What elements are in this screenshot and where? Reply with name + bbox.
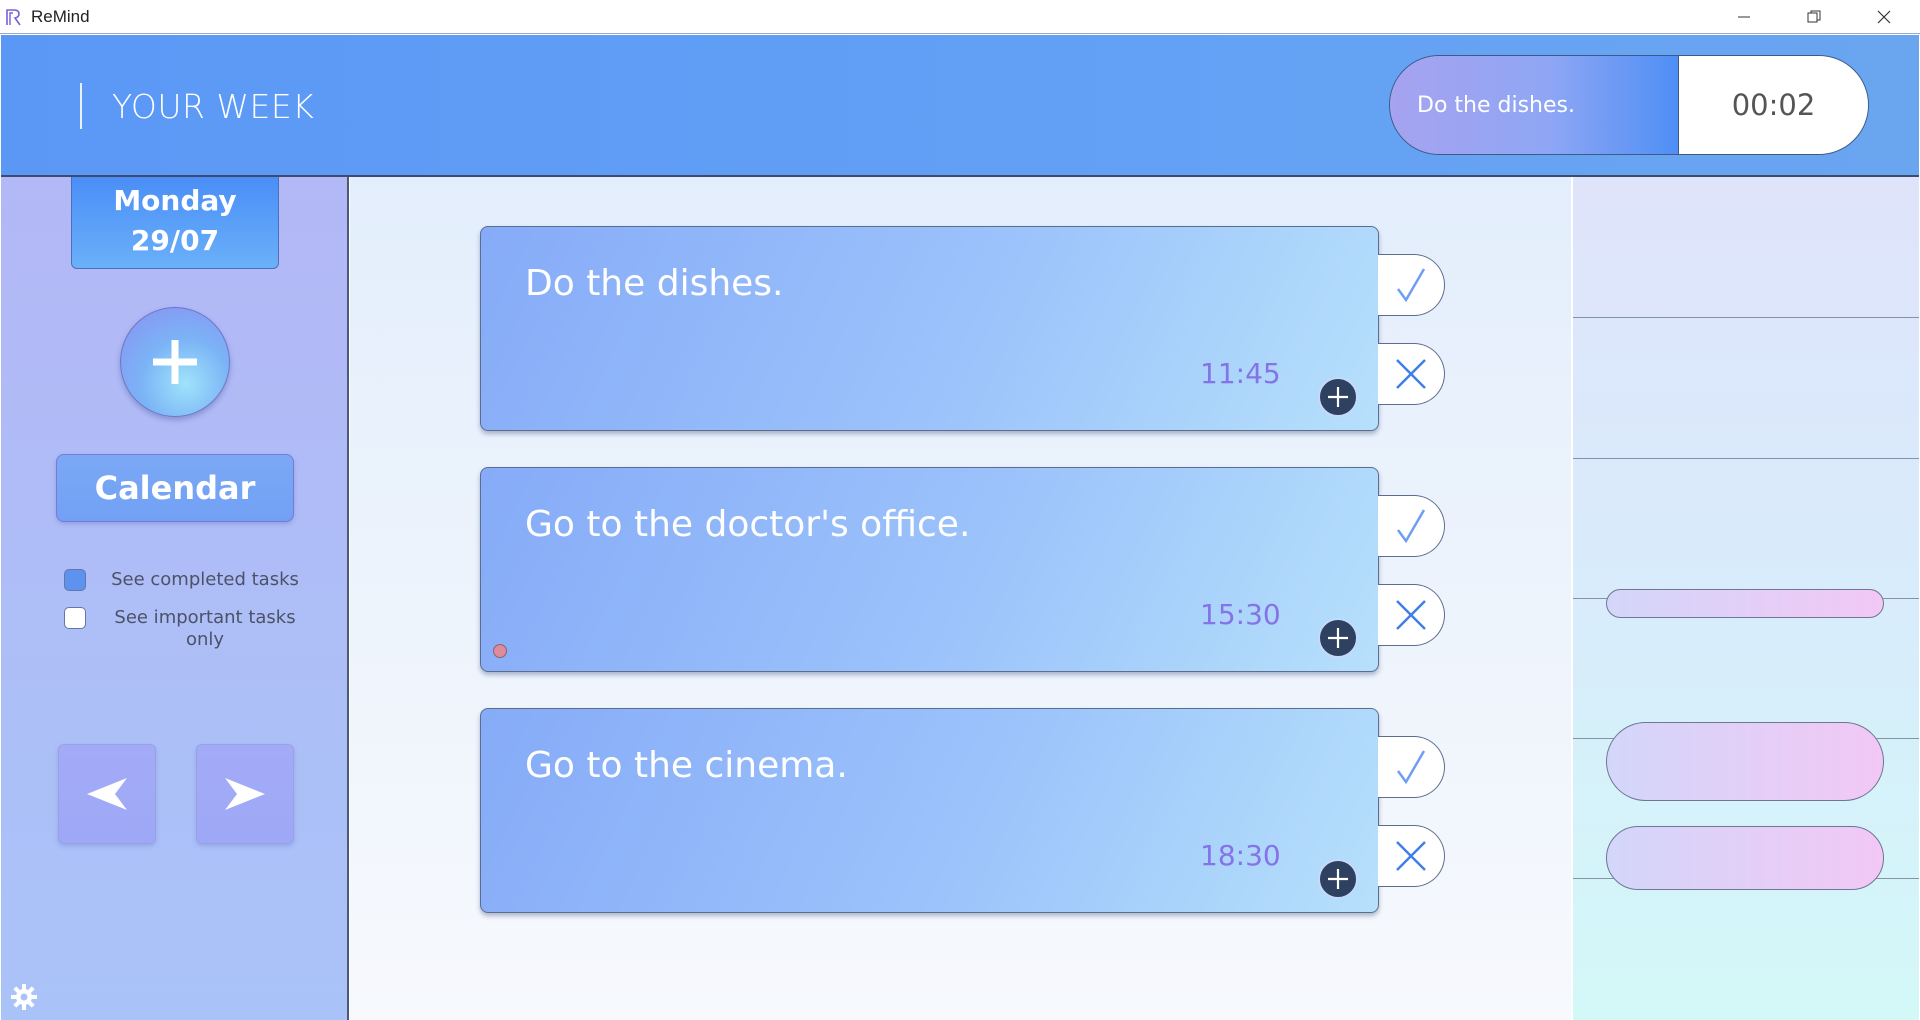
close-icon: [1877, 10, 1891, 24]
day-date: 29/07: [130, 224, 220, 257]
task-card[interactable]: Go to the cinema. 18:30: [480, 708, 1379, 913]
page-title: YOUR WEEK: [112, 87, 315, 126]
plus-circle-icon: [1328, 628, 1348, 648]
delete-task-button[interactable]: [1378, 584, 1445, 646]
delete-task-button[interactable]: [1378, 825, 1445, 887]
filter-completed[interactable]: See completed tasks: [64, 569, 300, 591]
timeline-task-block[interactable]: [1606, 722, 1884, 801]
app-title: ReMind: [31, 7, 90, 26]
sidebar: Monday 29/07 Calendar See completed task…: [1, 177, 349, 1020]
task-time: 18:30: [1200, 839, 1281, 872]
timeline-task-block[interactable]: [1606, 589, 1884, 618]
cross-icon: [1396, 600, 1426, 630]
check-icon: [1396, 750, 1426, 785]
minimize-button[interactable]: [1710, 0, 1778, 34]
completed-label: See completed tasks: [111, 569, 299, 590]
task-time: 15:30: [1200, 598, 1281, 631]
current-task-timer[interactable]: Do the dishes. 00:02: [1389, 55, 1869, 155]
minimize-icon: [1738, 16, 1750, 18]
task-details-button[interactable]: [1318, 377, 1358, 417]
cross-icon: [1396, 359, 1426, 389]
day-name: Monday: [113, 184, 237, 217]
complete-task-button[interactable]: [1378, 736, 1445, 798]
add-task-button[interactable]: [120, 307, 230, 417]
important-checkbox[interactable]: [64, 607, 86, 629]
day-timeline: [1573, 177, 1919, 1020]
timer-display: 00:02: [1678, 56, 1868, 154]
task-title: Do the dishes.: [525, 263, 784, 304]
maximize-button[interactable]: [1780, 0, 1848, 34]
task-card[interactable]: Go to the doctor's office. 15:30: [480, 467, 1379, 672]
current-task-label: Do the dishes.: [1390, 56, 1678, 154]
task-card[interactable]: Do the dishes. 11:45: [480, 226, 1379, 431]
app-logo-icon: [6, 9, 21, 26]
timeline-divider: [1573, 458, 1919, 459]
cross-icon: [1396, 841, 1426, 871]
calendar-button[interactable]: Calendar: [56, 454, 294, 522]
check-icon: [1396, 509, 1426, 544]
gear-icon[interactable]: [10, 983, 38, 1011]
task-time: 11:45: [1200, 357, 1281, 390]
important-label: See important tasks only: [114, 607, 296, 650]
plus-icon: [153, 340, 197, 384]
filter-important[interactable]: See important tasks only: [64, 607, 300, 651]
title-bar: ReMind: [0, 0, 1920, 34]
important-indicator: [493, 644, 507, 658]
plus-circle-icon: [1328, 387, 1348, 407]
next-day-button[interactable]: [196, 744, 294, 844]
header: YOUR WEEK Do the dishes. 00:02: [1, 35, 1919, 177]
complete-task-button[interactable]: [1378, 254, 1445, 316]
complete-task-button[interactable]: [1378, 495, 1445, 557]
arrow-right-icon: [225, 778, 265, 810]
plus-circle-icon: [1328, 869, 1348, 889]
date-display: Monday 29/07: [71, 177, 279, 269]
task-details-button[interactable]: [1318, 859, 1358, 899]
task-title: Go to the doctor's office.: [525, 504, 971, 545]
task-title: Go to the cinema.: [525, 745, 848, 786]
delete-task-button[interactable]: [1378, 343, 1445, 405]
timeline-task-block[interactable]: [1606, 826, 1884, 890]
timeline-divider: [1573, 317, 1919, 318]
task-list: Do the dishes. 11:45 Go to the doctor's …: [350, 177, 1571, 1020]
close-button[interactable]: [1850, 0, 1918, 34]
task-details-button[interactable]: [1318, 618, 1358, 658]
restore-icon: [1807, 10, 1821, 23]
completed-checkbox[interactable]: [64, 569, 86, 591]
arrow-left-icon: [87, 778, 127, 810]
previous-day-button[interactable]: [58, 744, 156, 844]
header-divider: [80, 83, 82, 129]
check-icon: [1396, 268, 1426, 303]
